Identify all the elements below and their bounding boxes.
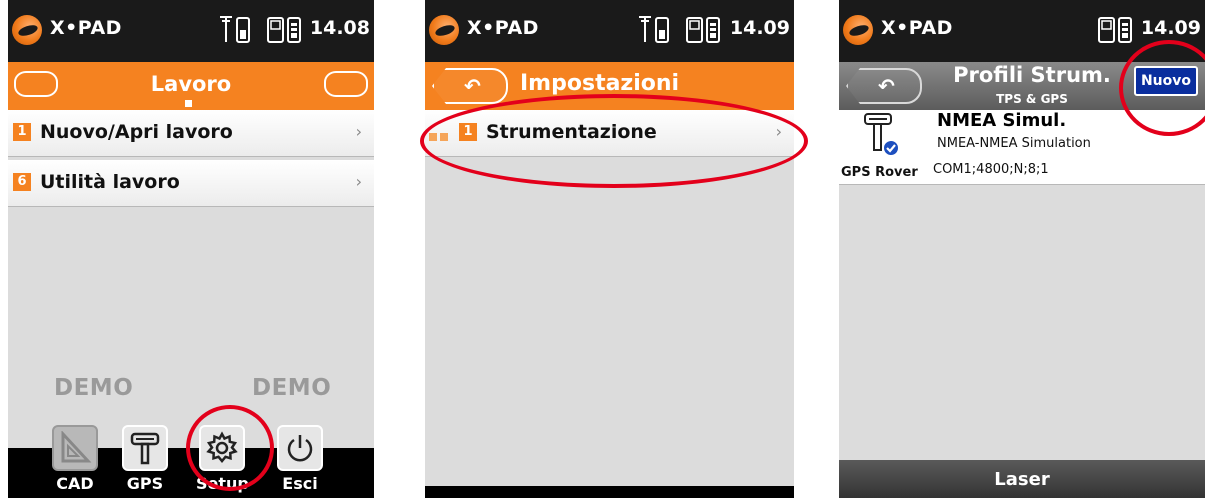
new-profile-button[interactable]: Nuovo (1134, 66, 1198, 96)
xpad-logo-icon (429, 15, 459, 45)
profile-name: NMEA Simul. (937, 110, 1067, 131)
screen-impostazioni: X•PAD 14.09 ↶ Impostazioni 1 Strumentazi (425, 0, 794, 498)
clock: 14.08 (309, 17, 370, 39)
device-battery-icon (1097, 14, 1137, 46)
title-bar: Lavoro (8, 62, 374, 110)
menu-item-label: Nuovo/Apri lavoro (40, 121, 233, 143)
gps-button[interactable]: GPS (119, 425, 171, 493)
clock: 14.09 (729, 17, 790, 39)
status-bar: X•PAD 14.09 (839, 0, 1205, 62)
title-bar: ↶ Profili Strum. TPS & GPS Nuovo (839, 62, 1205, 110)
exit-button[interactable]: Esci (274, 425, 326, 493)
menu-item-utilita-lavoro[interactable]: 6 Utilità lavoro › (8, 160, 374, 207)
demo-watermark: DEMO (54, 375, 134, 401)
profile-connection: COM1;4800;N;8;1 (933, 162, 1049, 177)
app-name: X•PAD (881, 17, 953, 39)
bottom-bar (425, 486, 794, 498)
xpad-logo-icon (12, 15, 42, 45)
gear-icon (199, 425, 245, 471)
set-square-icon (52, 425, 98, 471)
title-bar: ↶ Impostazioni (425, 62, 794, 110)
laser-tab[interactable]: Laser (839, 460, 1205, 498)
chevron-right-icon: › (775, 122, 782, 141)
app-name: X•PAD (50, 17, 122, 39)
shortcut-badge: 1 (13, 123, 31, 141)
laser-label: Laser (994, 469, 1050, 490)
profile-description: NMEA-NMEA Simulation (937, 136, 1091, 151)
setup-label: Setup (196, 474, 249, 493)
gps-receiver-icon (122, 425, 168, 471)
gps-rover-icon (861, 112, 909, 160)
exit-label: Esci (282, 474, 318, 493)
page-indicator (185, 100, 192, 107)
antenna-icon (218, 14, 258, 46)
screen-lavoro: X•PAD 14.08 Lavoro 1 Nuovo/Apri lavoro › (8, 0, 374, 498)
gps-label: GPS (126, 474, 164, 493)
profile-type: GPS Rover (841, 165, 918, 180)
app-name: X•PAD (467, 17, 539, 39)
xpad-logo-icon (843, 15, 873, 45)
menu-item-strumentazione[interactable]: 1 Strumentazione › (425, 110, 794, 157)
shortcut-badge: 1 (459, 123, 477, 141)
chevron-right-icon: › (355, 172, 362, 191)
clock: 14.09 (1140, 17, 1201, 39)
cad-button[interactable]: CAD (49, 425, 101, 493)
breadcrumb-squares (429, 126, 457, 141)
profile-row[interactable]: NMEA Simul. NMEA-NMEA Simulation GPS Rov… (839, 110, 1205, 185)
device-battery-icon (685, 14, 725, 46)
device-battery-icon (266, 14, 306, 46)
power-icon (277, 425, 323, 471)
chevron-right-icon: › (355, 122, 362, 141)
menu-item-nuovo-apri-lavoro[interactable]: 1 Nuovo/Apri lavoro › (8, 110, 374, 157)
page-title: Lavoro (150, 72, 232, 96)
status-bar: X•PAD 14.08 (8, 0, 374, 62)
back-button[interactable]: ↶ (432, 68, 508, 104)
menu-item-label: Utilità lavoro (40, 171, 180, 193)
demo-watermark: DEMO (252, 375, 332, 401)
antenna-icon (637, 14, 677, 46)
shortcut-badge: 6 (13, 173, 31, 191)
page-title: Impostazioni (520, 71, 680, 96)
menu-item-label: Strumentazione (486, 121, 657, 143)
back-arrow-icon: ↶ (464, 74, 481, 98)
screen-profili-strumenti: X•PAD 14.09 ↶ Profili Strum. TPS & GPS N… (839, 0, 1205, 498)
setup-button[interactable]: Setup (196, 425, 249, 493)
next-page-button[interactable] (324, 71, 368, 97)
status-bar: X•PAD 14.09 (425, 0, 794, 62)
cad-label: CAD (56, 474, 94, 493)
